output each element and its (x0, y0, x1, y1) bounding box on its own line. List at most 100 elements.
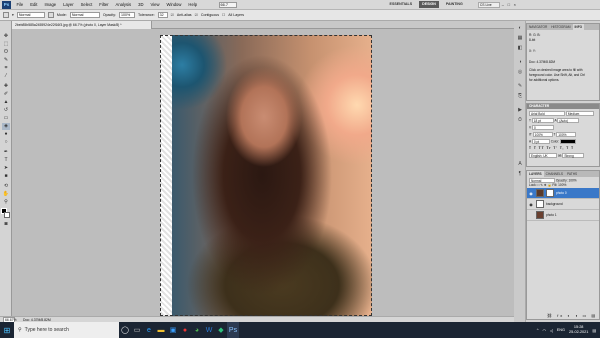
tolerance-field[interactable]: 32 (157, 12, 168, 18)
type-tool-icon[interactable]: T (2, 157, 10, 164)
tray-chevron-icon[interactable]: ^ (537, 328, 539, 332)
menu-window[interactable]: Window (163, 2, 185, 7)
font-size-field[interactable]: 18 pt (531, 118, 554, 123)
menu-3d[interactable]: 3D (135, 2, 147, 7)
close-icon[interactable]: × (512, 2, 518, 7)
brush-panel-icon[interactable]: ✎ (516, 83, 524, 90)
layer-row-photo-1[interactable]: photo 1 (527, 210, 599, 221)
workspace-painting-button[interactable]: PAINTING (443, 1, 466, 8)
actions-panel-icon[interactable]: ▶ (516, 107, 524, 114)
photoshop-taskbar-icon[interactable]: Ps (227, 322, 239, 338)
volume-icon[interactable]: ◁ (550, 328, 553, 333)
brush-tool-icon[interactable]: ✐ (2, 91, 10, 98)
tab-navigator[interactable]: NAVIGATOR (527, 24, 549, 30)
store-icon[interactable]: ▣ (167, 322, 179, 338)
baseline-shift-field[interactable]: 0 pt (531, 139, 550, 144)
menu-view[interactable]: View (147, 2, 163, 7)
history-brush-tool-icon[interactable]: ↺ (2, 107, 10, 114)
antialias-checkbox[interactable]: ☑ (171, 13, 174, 17)
taskbar-search-box[interactable]: ⚲ Type here to search (14, 322, 119, 338)
eyedropper-tool-icon[interactable]: ⁄ (2, 73, 10, 80)
paragraph-panel-icon[interactable]: ¶ (516, 171, 524, 178)
leading-field[interactable]: (Auto) (557, 118, 580, 123)
workspace-design-button[interactable]: DESIGN (419, 1, 439, 8)
layer-row-background[interactable]: ◉ background (527, 199, 599, 210)
menu-layer[interactable]: Layer (60, 2, 77, 7)
history-panel-icon[interactable]: ⏱ (516, 117, 524, 124)
eye-icon[interactable]: ◉ (528, 191, 534, 196)
task-view-icon[interactable]: ◯ (119, 322, 131, 338)
move-tool-icon[interactable]: ✥ (2, 33, 10, 40)
task-view-2-icon[interactable]: ▭ (131, 322, 143, 338)
document-canvas[interactable] (160, 35, 372, 316)
crop-tool-icon[interactable]: ⌗ (2, 65, 10, 72)
path-select-tool-icon[interactable]: ➤ (2, 165, 10, 172)
color-panel-icon[interactable]: ◐ (516, 25, 524, 32)
language-select[interactable]: English: UK (529, 153, 557, 158)
word-icon[interactable]: W (203, 322, 215, 338)
tracking-field[interactable]: 0 (532, 125, 555, 130)
contiguous-checkbox[interactable]: ☑ (195, 13, 198, 17)
hand-tool-icon[interactable]: ✋ (2, 191, 10, 198)
menu-image[interactable]: Image (41, 2, 60, 7)
document-tab[interactable]: 2beb85b585a2455924e22f16f3.jpg @ 66.7% (… (12, 21, 152, 29)
text-style-buttons[interactable]: T T TT Tr T' T, T T (527, 146, 599, 151)
all-layers-checkbox[interactable]: ☐ (222, 13, 225, 17)
adjustments-panel-icon[interactable]: ◑ (516, 59, 524, 66)
pen-tool-icon[interactable]: ✒ (2, 149, 10, 156)
notifications-icon[interactable]: ▤ (592, 328, 596, 333)
marquee-tool-icon[interactable]: ⬚ (2, 41, 10, 48)
layer-fill[interactable]: Fill: 100% (552, 183, 566, 187)
windows-start-icon[interactable]: ⊞ (0, 322, 14, 338)
cs-live-button[interactable]: CS Live (477, 1, 500, 8)
menu-edit[interactable]: Edit (27, 2, 41, 7)
layer-opacity[interactable]: Opacity: 100% (556, 178, 577, 182)
menu-help[interactable]: Help (185, 2, 201, 7)
horizontal-scale-field[interactable]: 100% (556, 132, 577, 137)
paint-bucket-tool-icon[interactable]: ◈ (2, 123, 10, 130)
eraser-tool-icon[interactable]: ▭ (2, 115, 10, 122)
edge-browser-icon[interactable]: e (143, 322, 155, 338)
layer-mask-thumbnail[interactable] (546, 189, 554, 197)
pattern-swatch[interactable] (47, 12, 54, 18)
app-red-icon[interactable]: ● (179, 322, 191, 338)
app-green-icon[interactable]: ◆ (215, 322, 227, 338)
tool-preset-picker[interactable] (3, 12, 9, 18)
menu-select[interactable]: Select (77, 2, 96, 7)
language-indicator[interactable]: ENG (557, 328, 565, 332)
layer-row-photo-0[interactable]: ◉ photo 0 (527, 188, 599, 199)
opacity-field[interactable]: 100% (119, 12, 135, 18)
clone-stamp-tool-icon[interactable]: ▲ (2, 99, 10, 106)
tab-info[interactable]: INFO (572, 24, 585, 30)
dodge-tool-icon[interactable]: ○ (2, 139, 10, 146)
zoom-tool-icon[interactable]: ⚲ (2, 199, 10, 206)
vertical-scale-field[interactable]: 100% (532, 132, 553, 137)
clock[interactable]: 15:28 25-02-2021 (569, 325, 588, 335)
quick-mask-icon[interactable]: ◙ (2, 221, 10, 228)
tab-layers[interactable]: LAYERS (527, 171, 544, 177)
masks-panel-icon[interactable]: ◎ (516, 69, 524, 76)
menu-analysis[interactable]: Analysis (112, 2, 135, 7)
network-icon[interactable]: ◠ (542, 328, 545, 333)
healing-tool-icon[interactable]: ✚ (2, 83, 10, 90)
blur-tool-icon[interactable]: ● (2, 131, 10, 138)
character-panel-icon[interactable]: A (516, 161, 524, 168)
mode-select[interactable]: Normal (69, 12, 100, 18)
fill-source-field[interactable]: Normal (16, 12, 45, 18)
tab-histogram[interactable]: HISTOGRAM (549, 24, 572, 30)
tab-paths[interactable]: PATHS (565, 171, 579, 177)
zoom-level-field[interactable]: 66.7 (218, 1, 237, 8)
3d-rotate-tool-icon[interactable]: ⟲ (2, 183, 10, 190)
eye-icon[interactable]: ◉ (528, 202, 534, 207)
font-family-select[interactable]: Arial Bold (529, 111, 565, 116)
shape-tool-icon[interactable]: ■ (2, 173, 10, 180)
tab-channels[interactable]: CHANNELS (544, 171, 565, 177)
swatches-panel-icon[interactable]: ▦ (516, 35, 524, 42)
workspace-essentials-button[interactable]: ESSENTIALS (387, 1, 416, 8)
quick-select-tool-icon[interactable]: ✎ (2, 57, 10, 64)
text-color-swatch[interactable] (560, 139, 577, 144)
background-color-swatch[interactable] (4, 212, 10, 218)
lasso-tool-icon[interactable]: ʘ (2, 49, 10, 56)
lock-icons[interactable]: □ ✎ ✥ 🔒 (538, 183, 552, 187)
menu-filter[interactable]: Filter (96, 2, 112, 7)
